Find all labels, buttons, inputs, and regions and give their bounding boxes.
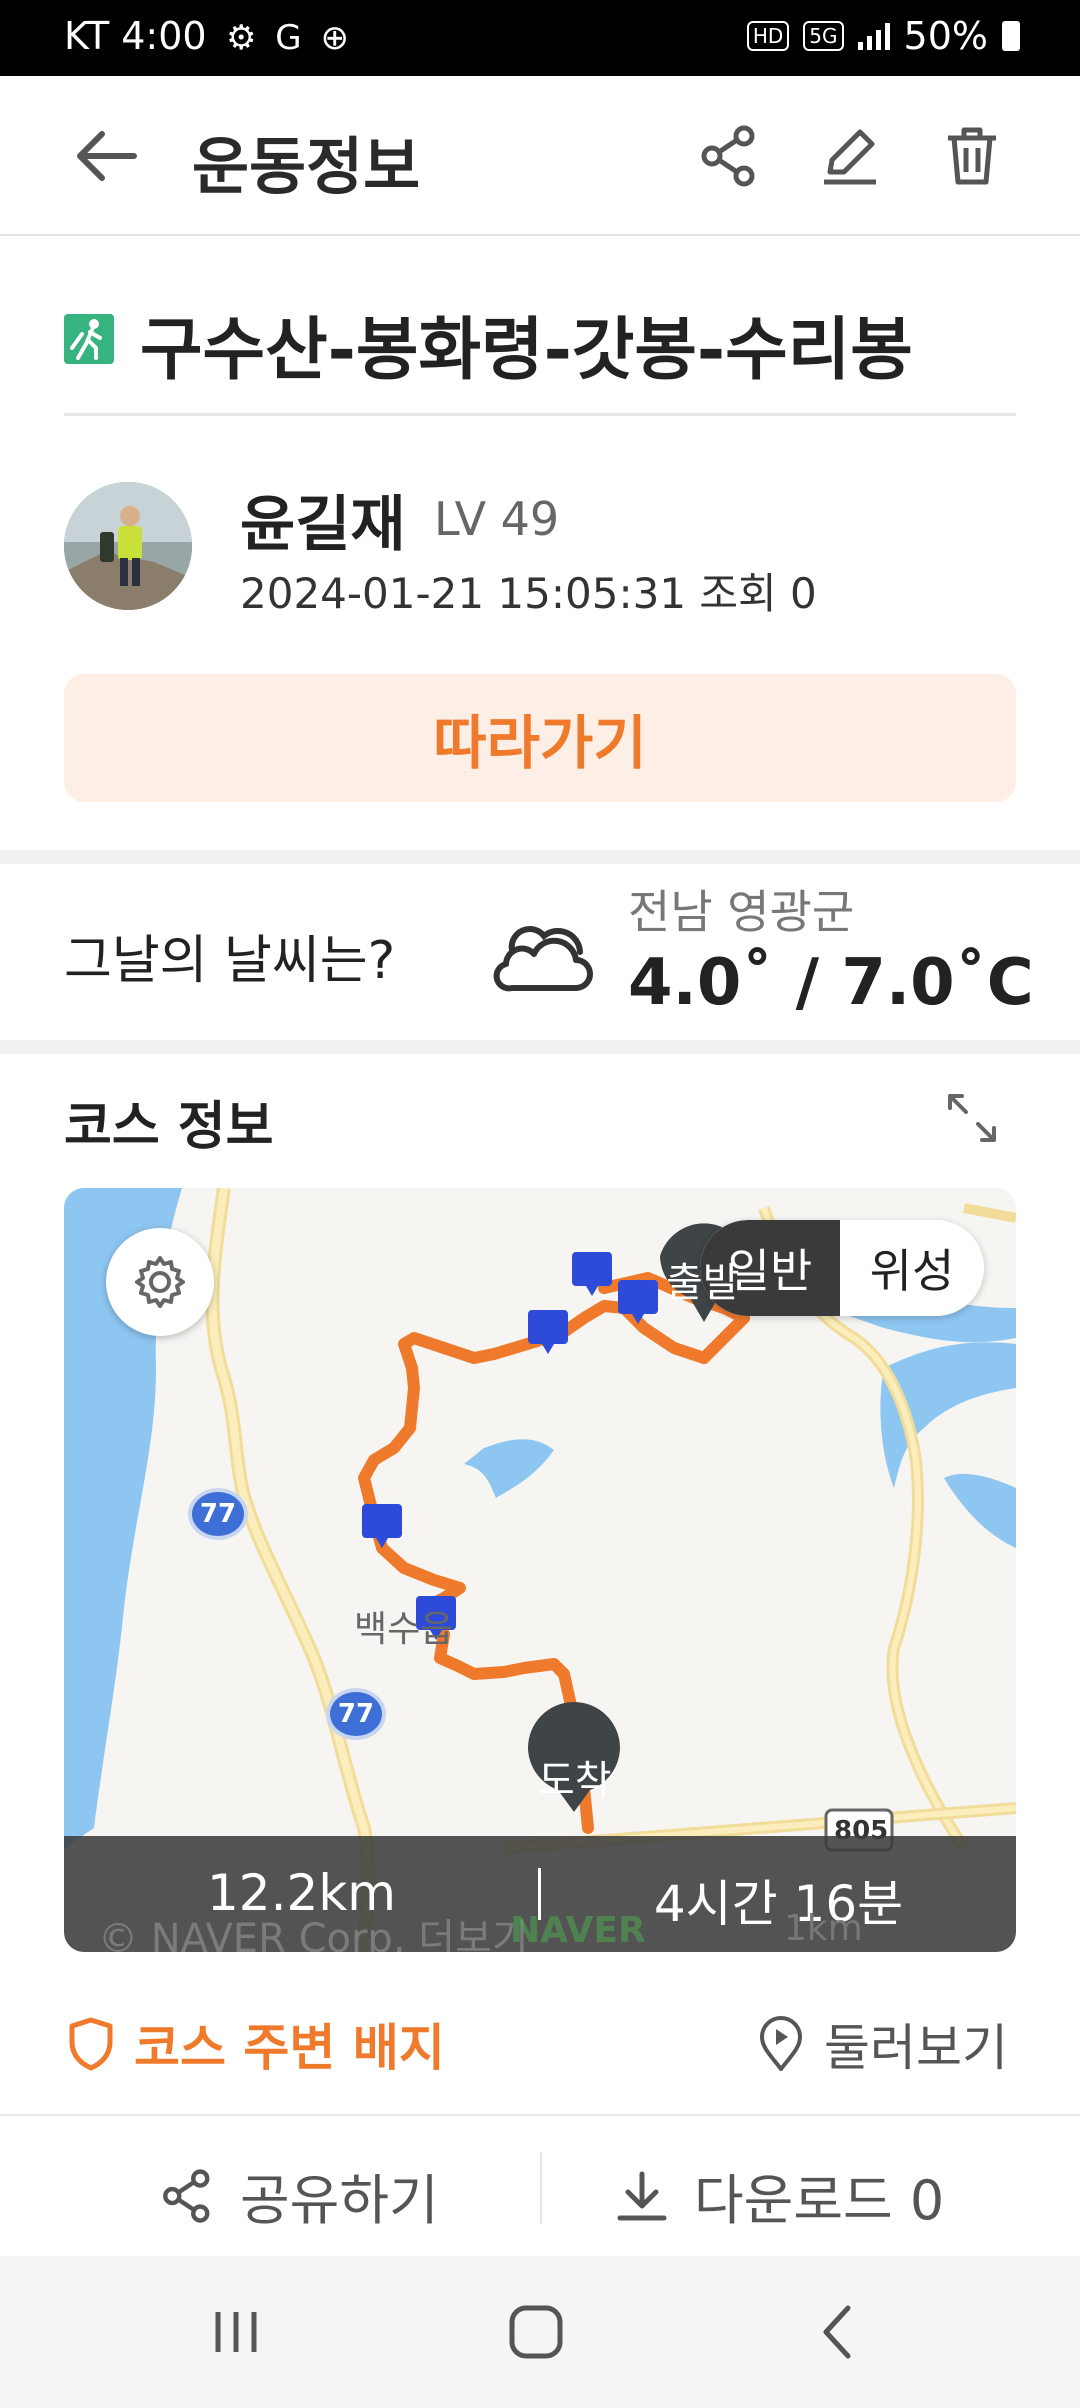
expand-icon[interactable] xyxy=(944,1090,1000,1146)
share-icon[interactable] xyxy=(698,124,762,188)
road-77-sign: 77 xyxy=(326,1688,386,1740)
end-pin-label: 도착 xyxy=(538,1758,612,1804)
nearby-badges-label: 코스 주변 배지 xyxy=(134,2019,445,2077)
cloud-icon xyxy=(493,926,593,992)
edit-icon[interactable] xyxy=(818,124,882,188)
section-divider xyxy=(0,850,1080,864)
map-type-toggle[interactable]: 일반 위성 xyxy=(700,1220,984,1316)
place-label: 백수읍 xyxy=(354,1609,454,1650)
status-notification-icons: ⚙ G ⊕ xyxy=(226,18,353,58)
status-right-group: HD 5G 50% xyxy=(746,14,1020,58)
signal-icon xyxy=(857,22,890,50)
start-pin-label: 출발 xyxy=(666,1260,740,1306)
map-scale: 1km xyxy=(784,1908,863,1949)
bottom-divider xyxy=(540,2152,542,2224)
share-button[interactable]: 공유하기 xyxy=(160,2156,439,2235)
status-time: KT 4:00 xyxy=(64,14,207,58)
course-title-row: 구수산-봉화령-갓봉-수리봉 xyxy=(64,290,1016,416)
home-icon[interactable] xyxy=(496,2296,576,2368)
battery-icon xyxy=(1002,21,1020,51)
nearby-badges-link[interactable]: 코스 주변 배지 xyxy=(66,2008,445,2080)
gear-icon xyxy=(135,1256,185,1308)
download-label: 다운로드 0 xyxy=(694,2169,945,2232)
share-label: 공유하기 xyxy=(240,2169,439,2232)
map-credit[interactable]: © NAVER Corp. 더보기 xyxy=(98,1906,529,1952)
look-around-link[interactable]: 둘러보기 xyxy=(756,2008,1008,2080)
page-title: 운동정보 xyxy=(192,130,421,203)
avatar[interactable] xyxy=(64,482,192,610)
weather-location: 전남 영광군 xyxy=(628,885,855,939)
back-nav-icon[interactable] xyxy=(800,2296,880,2368)
weather-question: 그날의 날씨는? xyxy=(64,931,396,991)
section-divider xyxy=(0,1040,1080,1054)
course-info-title: 코스 정보 xyxy=(64,1097,274,1157)
follow-button[interactable]: 따라가기 xyxy=(64,674,1016,802)
user-name[interactable]: 윤길재 xyxy=(240,476,406,563)
naver-logo: NAVER xyxy=(510,1910,646,1951)
location-play-icon xyxy=(760,2016,802,2071)
user-level: LV 49 xyxy=(434,492,560,546)
share-icon xyxy=(163,2168,210,2223)
download-icon xyxy=(617,2171,667,2220)
map-type-satellite[interactable]: 위성 xyxy=(840,1220,984,1316)
road-77-sign: 77 xyxy=(188,1488,248,1540)
course-title: 구수산-봉화령-갓봉-수리봉 xyxy=(140,311,913,390)
battery-percent: 50% xyxy=(903,14,988,58)
map-settings-button[interactable] xyxy=(106,1228,214,1336)
status-bar: KT 4:00 ⚙ G ⊕ HD 5G 50% xyxy=(0,0,1080,76)
network-5g-icon: 5G xyxy=(803,21,844,51)
arrow-left-icon[interactable] xyxy=(72,126,142,186)
system-nav-bar xyxy=(0,2256,1080,2408)
hd-voice-icon: HD xyxy=(746,21,790,51)
course-map[interactable]: 일반 위성 출발 도착 백수읍 77 77 805 12.2km 4시간 16분… xyxy=(64,1188,1016,1952)
recent-apps-icon[interactable] xyxy=(196,2296,276,2368)
download-button[interactable]: 다운로드 0 xyxy=(614,2156,944,2235)
weather-temperature: 4.0˚ / 7.0˚C xyxy=(628,946,1034,1020)
map-credit-text: © NAVER Corp. 더보기 xyxy=(98,1916,529,1952)
shield-icon xyxy=(69,2017,113,2071)
post-meta: 2024-01-21 15:05:31 조회 0 xyxy=(240,569,817,618)
look-around-label: 둘러보기 xyxy=(824,2019,1008,2077)
app-bar: 운동정보 xyxy=(0,76,1080,236)
trash-icon[interactable] xyxy=(940,124,1004,188)
hiking-icon xyxy=(64,314,114,364)
bottom-action-bar: 공유하기 다운로드 0 xyxy=(0,2114,1080,2256)
